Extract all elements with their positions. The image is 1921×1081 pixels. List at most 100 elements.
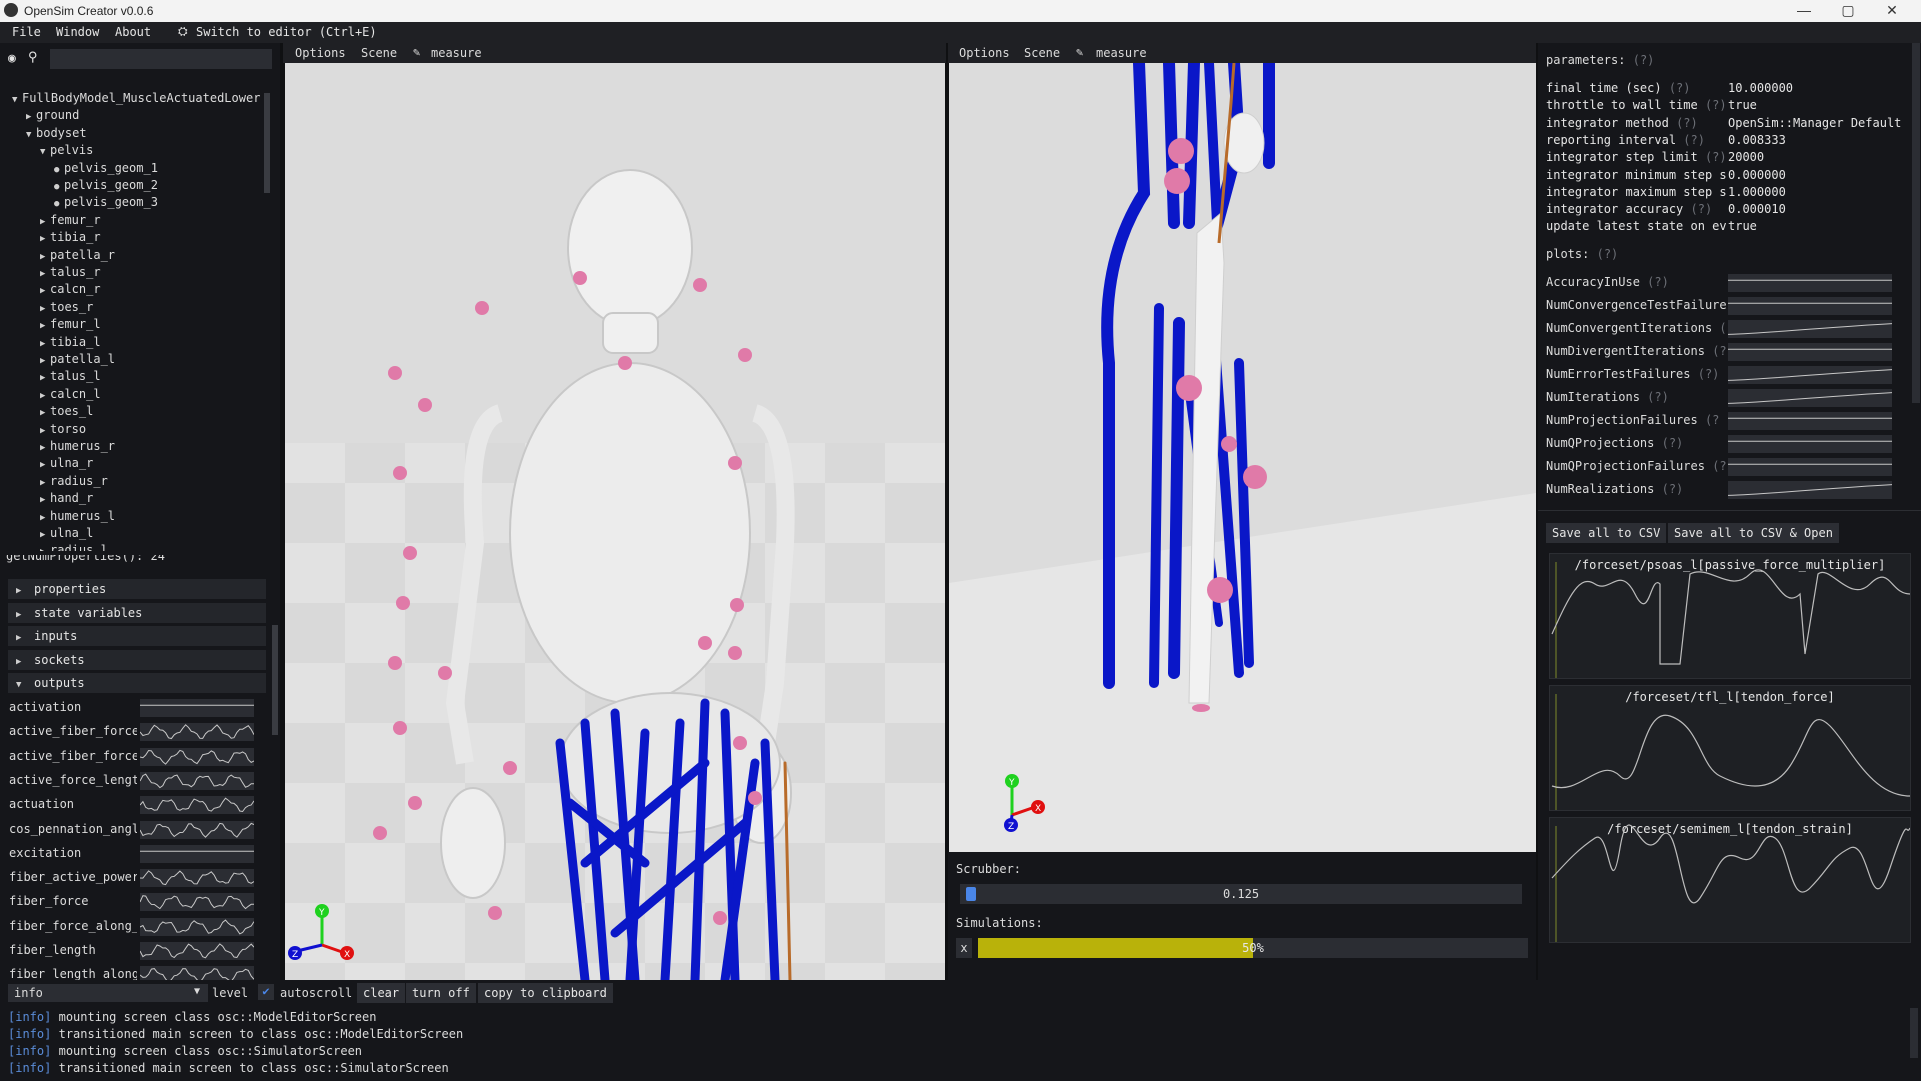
output-sparkline[interactable] [140, 966, 254, 980]
help-icon[interactable]: (?) [1669, 81, 1691, 95]
bullet-icon[interactable]: ● [54, 165, 64, 175]
tree-node[interactable]: ▶ calcn_r [40, 282, 101, 299]
chevron-right-icon[interactable]: ▶ [40, 547, 50, 551]
eye-icon[interactable]: ◉ [8, 51, 16, 66]
viewport2-scene-menu[interactable]: Scene [1024, 46, 1060, 60]
chevron-right-icon[interactable]: ▶ [40, 217, 50, 227]
viewport2-measure-button[interactable]: measure [1096, 46, 1147, 60]
menu-window[interactable]: Window [56, 25, 99, 39]
tree-node[interactable]: ▶ humerus_r [40, 439, 115, 456]
menu-about[interactable]: About [115, 25, 151, 39]
section-properties[interactable]: ▶ properties [8, 579, 266, 599]
output-sparkline[interactable] [140, 771, 254, 790]
help-icon[interactable]: (?) [1683, 133, 1705, 147]
bullet-icon[interactable]: ● [54, 199, 64, 209]
parameter-value[interactable]: 0.008333 [1728, 133, 1918, 147]
chevron-right-icon[interactable]: ▶ [40, 530, 50, 540]
output-row[interactable]: actuation [0, 793, 270, 815]
chevron-right-icon[interactable]: ▶ [26, 112, 36, 122]
maximize-icon[interactable]: ▢ [1828, 2, 1868, 19]
autoscroll-checkbox[interactable]: ✔ [258, 984, 274, 1000]
viewport2-options-menu[interactable]: Options [959, 46, 1010, 60]
chevron-right-icon[interactable]: ▶ [40, 443, 50, 453]
tree-node[interactable]: ▶ talus_l [40, 369, 101, 386]
help-icon[interactable]: (?) [1633, 53, 1655, 67]
output-sparkline[interactable] [140, 820, 254, 839]
output-sparkline[interactable] [140, 893, 254, 912]
viewport2-3d-scene[interactable]: Y X Z [949, 63, 1536, 852]
line-plot[interactable]: /forceset/psoas_l[passive_force_multipli… [1549, 553, 1911, 679]
tree-node[interactable]: ▼ pelvis [40, 143, 93, 160]
output-sparkline[interactable] [140, 747, 254, 766]
tree-node[interactable]: ▶ talus_r [40, 265, 101, 282]
help-icon[interactable]: (?) [1597, 247, 1619, 261]
help-icon[interactable]: (?) [1676, 116, 1698, 130]
minimize-icon[interactable]: — [1784, 2, 1824, 18]
simulation-progress-bar[interactable]: 50% [978, 938, 1528, 958]
viewport1-options-menu[interactable]: Options [295, 46, 346, 60]
chevron-right-icon[interactable]: ▶ [40, 356, 50, 366]
parameter-value[interactable]: 20000 [1728, 150, 1918, 164]
log-scrollbar[interactable] [1910, 1008, 1918, 1058]
output-sparkline[interactable] [140, 699, 254, 717]
help-icon[interactable]: (?) [1647, 275, 1669, 289]
plot-sparkline[interactable] [1727, 320, 1893, 338]
output-row[interactable]: fiber_active_power [0, 866, 270, 888]
parameter-value[interactable]: 0.000000 [1728, 168, 1918, 182]
chevron-right-icon[interactable]: ▶ [40, 234, 50, 244]
plot-sparkline[interactable] [1728, 458, 1892, 476]
section-inputs[interactable]: ▶ inputs [8, 626, 266, 646]
plot-sparkline[interactable] [1728, 435, 1892, 453]
navigator-scrollbar[interactable] [264, 93, 270, 193]
help-icon[interactable]: (?) [1662, 436, 1684, 450]
tree-node[interactable]: ▶ humerus_l [40, 509, 115, 526]
remove-simulation-button[interactable]: x [956, 938, 972, 958]
menu-file[interactable]: File [12, 25, 41, 39]
output-sparkline[interactable] [140, 942, 254, 960]
tree-node[interactable]: ▶ femur_r [40, 213, 101, 230]
line-plot[interactable]: /forceset/semimem_l[tendon_strain] [1549, 817, 1911, 943]
output-sparkline[interactable] [140, 917, 254, 936]
output-row[interactable]: fiber_force_along_ [0, 915, 270, 937]
tree-node[interactable]: ▶ ulna_r [40, 456, 93, 473]
chevron-right-icon[interactable]: ▶ [40, 495, 50, 505]
help-icon[interactable]: (?) [1705, 98, 1726, 112]
navigator-search-input[interactable] [50, 49, 272, 69]
line-plot[interactable]: /forceset/tfl_l[tendon_force] [1549, 685, 1911, 811]
properties-scrollbar[interactable] [272, 625, 278, 735]
tree-node[interactable]: ● pelvis_geom_1 [54, 161, 158, 178]
section-sockets[interactable]: ▶ sockets [8, 649, 266, 670]
chevron-right-icon[interactable]: ▶ [40, 304, 50, 314]
tree-node[interactable]: ▶ ground [26, 108, 79, 125]
help-icon[interactable]: (? [1712, 344, 1726, 358]
tree-node[interactable]: ▶ torso [40, 422, 86, 439]
viewport1-scene-menu[interactable]: Scene [361, 46, 397, 60]
help-icon[interactable]: (?) [1662, 482, 1684, 496]
tree-node[interactable]: ● pelvis_geom_3 [54, 195, 158, 212]
copy-to-clipboard-button[interactable]: copy to clipboard [478, 983, 613, 1003]
tree-node[interactable]: ● pelvis_geom_2 [54, 178, 158, 195]
help-icon[interactable]: (?) [1698, 367, 1720, 381]
parameter-value[interactable]: OpenSim::Manager Default [1728, 116, 1918, 130]
help-icon[interactable]: (?) [1705, 150, 1726, 164]
help-icon[interactable]: (?) [1647, 390, 1669, 404]
output-row[interactable]: fiber_length [0, 939, 270, 961]
section-outputs[interactable]: ▼ outputs [8, 673, 266, 693]
output-row[interactable]: cos_pennation_angl [0, 818, 270, 840]
plot-sparkline[interactable] [1728, 274, 1892, 292]
output-row[interactable]: fiber_force [0, 890, 270, 912]
scrubber-slider[interactable]: 0.125 [960, 884, 1522, 904]
viewport1-measure-button[interactable]: measure [431, 46, 482, 60]
tree-node[interactable]: ▶ patella_l [40, 352, 115, 369]
chevron-right-icon[interactable]: ▶ [40, 460, 50, 470]
viewport1-3d-scene[interactable]: Y X Z [285, 63, 945, 980]
chevron-right-icon[interactable]: ▶ [40, 286, 50, 296]
parameter-value[interactable]: 1.000000 [1728, 185, 1918, 199]
help-icon[interactable]: (? [1705, 413, 1719, 427]
chevron-right-icon[interactable]: ▶ [40, 339, 50, 349]
parameter-value[interactable]: 10.000000 [1728, 81, 1918, 95]
plot-sparkline[interactable] [1727, 366, 1893, 384]
output-row[interactable]: excitation [0, 842, 270, 864]
tree-node[interactable]: ▶ femur_l [40, 317, 101, 334]
output-row[interactable]: active_force_lengt [0, 769, 270, 791]
